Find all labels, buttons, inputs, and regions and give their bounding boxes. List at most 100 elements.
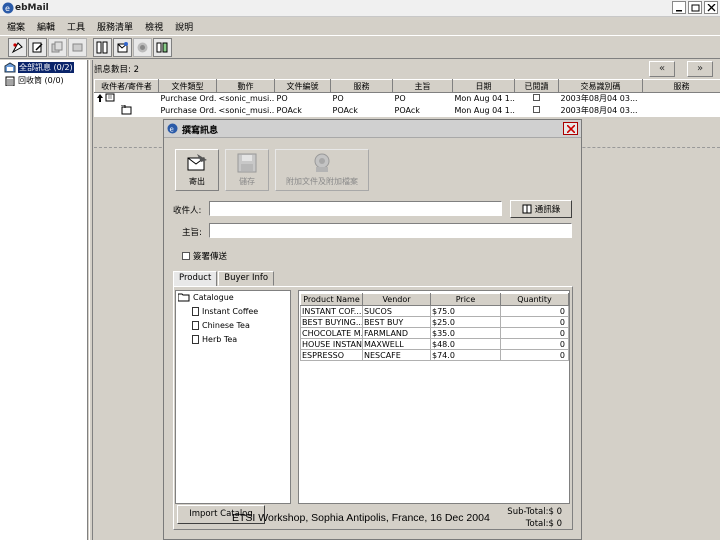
dialog-title-bar: e 撰寫訊息	[164, 120, 581, 138]
maximize-button[interactable]	[688, 1, 702, 14]
table-cell: PO	[332, 94, 344, 104]
row-icon-cell	[95, 93, 159, 105]
compose-icon	[32, 42, 43, 52]
folder-trash[interactable]: 回收筒 (0/0)	[4, 75, 64, 86]
vendor-cell: MAXWELL	[362, 338, 431, 350]
tab-buyer-info[interactable]: Buyer Info	[218, 271, 275, 286]
table-row[interactable]: ESPRESSO NESCAFE $74.0 0	[300, 349, 569, 361]
save-button[interactable]: 儲存	[225, 149, 269, 191]
catalog-root[interactable]: Catalogue	[178, 293, 234, 302]
send-receive-button[interactable]	[153, 37, 172, 57]
catalog-item[interactable]: Chinese Tea	[192, 321, 250, 330]
column-header[interactable]: 日期	[452, 79, 515, 93]
column-header[interactable]: 服務	[330, 79, 393, 93]
column-header[interactable]: 已閱讀	[514, 79, 559, 93]
read-checkbox[interactable]	[515, 105, 559, 117]
table-row[interactable]: CHOCOLATE M... FARMLAND $35.0 0	[300, 327, 569, 339]
app-logo-icon: e	[2, 2, 14, 14]
maximize-icon	[691, 4, 700, 12]
close-icon	[707, 4, 716, 12]
quantity-cell[interactable]: 0	[500, 349, 569, 361]
svg-text:e: e	[5, 4, 10, 13]
column-header[interactable]: Quantity	[500, 293, 569, 306]
table-row[interactable]: INSTANT COF... SUCOS $75.0 0	[300, 305, 569, 317]
close-window-button[interactable]	[704, 1, 718, 14]
dialog-title: 撰寫訊息	[182, 126, 219, 136]
table-row[interactable]: HOUSE INSTAN... MAXWELL $48.0 0	[300, 338, 569, 350]
folder-all-messages[interactable]: 全部訊息 (0/2)	[4, 62, 74, 73]
dialog-close-button[interactable]	[563, 122, 578, 135]
column-header[interactable]: Price	[430, 293, 501, 306]
column-header[interactable]: 文件類型	[158, 79, 217, 93]
quantity-cell[interactable]: 0	[500, 305, 569, 317]
price-cell: $48.0	[430, 338, 501, 350]
print-button[interactable]	[93, 37, 112, 57]
compose-button[interactable]	[28, 37, 47, 57]
recipient-input[interactable]	[209, 201, 502, 216]
print-icon	[96, 41, 108, 53]
sign-checkbox[interactable]	[182, 252, 190, 260]
column-header[interactable]: 交易識別碼	[558, 79, 643, 93]
quantity-cell[interactable]: 0	[500, 338, 569, 350]
address-book-label: 通訊錄	[534, 205, 561, 215]
menu-tools[interactable]: 工具	[64, 18, 88, 34]
product-name-cell: INSTANT COF...	[300, 305, 363, 317]
new-mail-icon	[11, 41, 23, 53]
quantity-cell[interactable]: 0	[500, 327, 569, 339]
quantity-cell[interactable]: 0	[500, 316, 569, 328]
close-icon	[567, 125, 575, 133]
table-row[interactable]: Purchase Ord... <sonic_musi... POAck POA…	[95, 104, 720, 117]
price-cell: $75.0	[430, 305, 501, 317]
table-cell: PO	[394, 94, 406, 104]
address-book-button[interactable]: 通訊錄	[510, 200, 572, 218]
sign-checkbox-row[interactable]: 簽署傳送	[182, 250, 227, 262]
menu-view[interactable]: 檢視	[142, 18, 166, 34]
menu-services[interactable]: 服務清單	[94, 18, 136, 34]
prev-page-button[interactable]: «	[649, 61, 675, 77]
product-name-cell: BEST BUYING...	[300, 316, 363, 328]
catalog-item[interactable]: Instant Coffee	[192, 307, 258, 316]
product-table-container: Product Name Vendor Price Quantity INSTA…	[298, 290, 570, 504]
message-count: 訊息數目: 2	[94, 65, 139, 75]
next-page-button[interactable]: »	[687, 61, 713, 77]
read-checkbox[interactable]	[515, 93, 559, 105]
minimize-button[interactable]	[672, 1, 686, 14]
attach-button[interactable]: 附加文件及附加檔案	[275, 149, 369, 191]
column-header[interactable]: 服務	[642, 79, 720, 93]
send-button[interactable]: 寄出	[175, 149, 219, 191]
menu-edit[interactable]: 編輯	[34, 18, 58, 34]
subject-input[interactable]	[209, 223, 572, 238]
catalog-item-label: Chinese Tea	[202, 321, 250, 330]
table-row[interactable]: Purchase Ord... <sonic_musi... PO PO PO …	[95, 93, 720, 105]
column-header[interactable]: Vendor	[362, 293, 431, 306]
reply-button[interactable]	[113, 37, 132, 57]
dialog-app-icon: e	[167, 123, 178, 134]
tab-bar: Product Buyer Info	[173, 271, 275, 287]
column-header[interactable]: 主旨	[392, 79, 453, 93]
delete-button[interactable]	[68, 37, 87, 57]
column-header[interactable]: 收件者/寄件者	[94, 79, 159, 93]
trash-icon	[5, 76, 15, 86]
save-label: 儲存	[239, 177, 255, 186]
forward-button[interactable]	[133, 37, 152, 57]
vendor-cell: SUCOS	[362, 305, 431, 317]
menu-file[interactable]: 檔案	[4, 18, 28, 34]
subject-label: 主旨:	[182, 228, 202, 238]
product-name-cell: HOUSE INSTAN...	[300, 338, 363, 350]
copy-button[interactable]	[48, 37, 67, 57]
table-header-row: 收件者/寄件者 文件類型 動作 文件編號 服務 主旨 日期 已閱讀 交易識別碼 …	[94, 79, 720, 93]
menu-help[interactable]: 說明	[172, 18, 196, 34]
column-header[interactable]: 動作	[216, 79, 275, 93]
price-cell: $35.0	[430, 327, 501, 339]
column-header[interactable]: Product Name	[300, 293, 363, 306]
new-mail-button[interactable]	[8, 37, 27, 57]
catalog-tree: Catalogue Instant Coffee Chinese Tea Her…	[175, 290, 291, 504]
pane-splitter[interactable]	[89, 60, 93, 540]
catalog-item[interactable]: Herb Tea	[192, 335, 237, 344]
tab-product[interactable]: Product	[173, 271, 218, 287]
send-receive-icon	[156, 42, 168, 52]
table-row[interactable]: BEST BUYING... BEST BUY $25.0 0	[300, 316, 569, 328]
expand-arrow-icon	[96, 94, 103, 103]
column-header[interactable]: 文件編號	[274, 79, 331, 93]
table-cell: Mon Aug 04 1...	[454, 94, 515, 104]
